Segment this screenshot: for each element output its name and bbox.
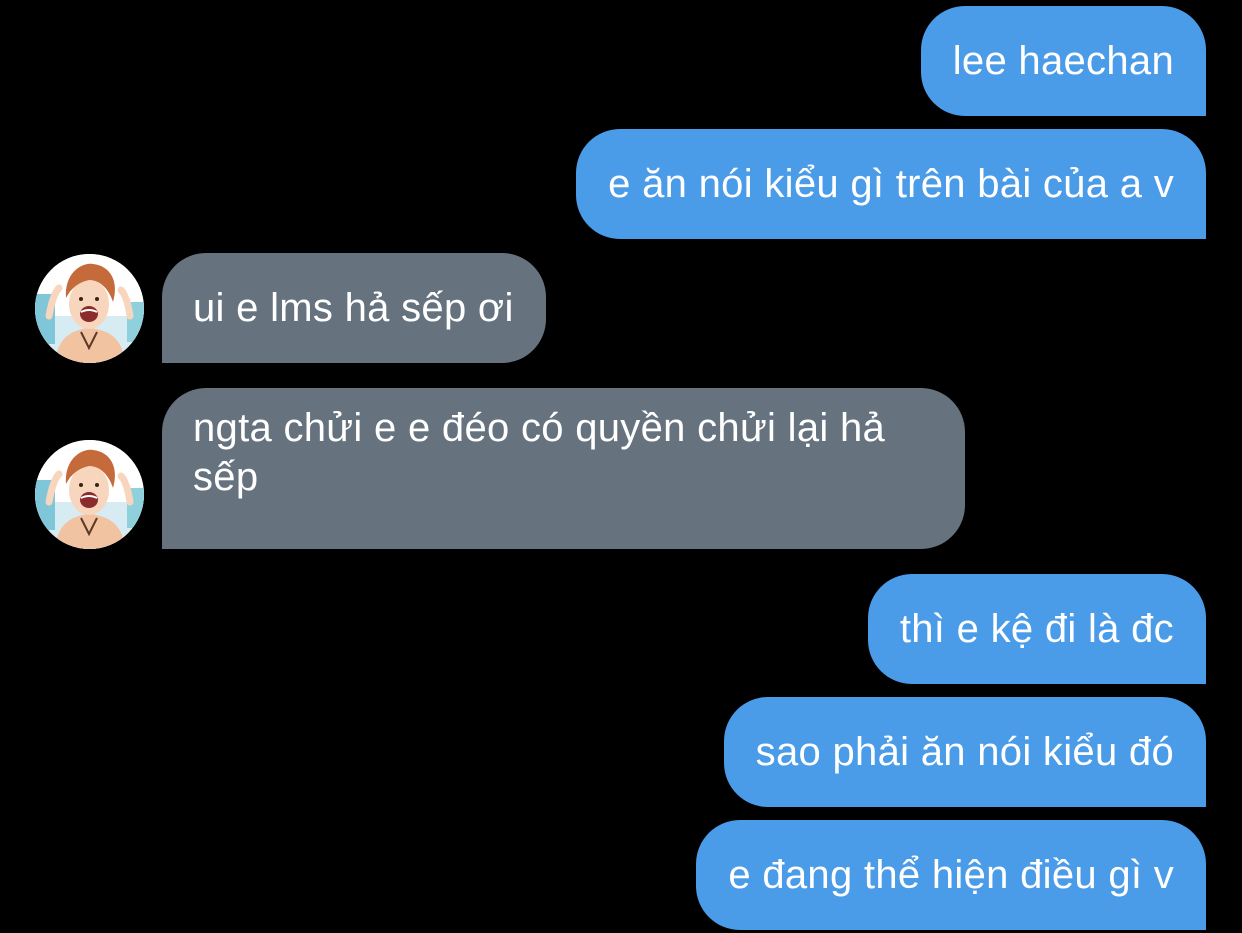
message-bubble-outgoing[interactable]: lee haechan	[920, 6, 1206, 116]
message-bubble-outgoing[interactable]: sao phải ăn nói kiểu đó	[723, 697, 1206, 807]
message-bubble-incoming[interactable]: ngta chửi e e đéo có quyền chửi lại hả s…	[162, 388, 965, 549]
message-bubble-outgoing[interactable]: thì e kệ đi là đc	[867, 574, 1206, 684]
message-thread: lee haechan e ăn nói kiểu gì trên bài củ…	[0, 0, 1242, 933]
message-bubble-outgoing[interactable]: e ăn nói kiểu gì trên bài của a v	[576, 129, 1206, 239]
contact-avatar[interactable]	[35, 254, 144, 363]
contact-avatar[interactable]	[35, 440, 144, 549]
message-bubble-incoming[interactable]: ui e lms hả sếp ơi	[162, 253, 546, 363]
message-bubble-outgoing[interactable]: e đang thể hiện điều gì v	[696, 820, 1206, 930]
